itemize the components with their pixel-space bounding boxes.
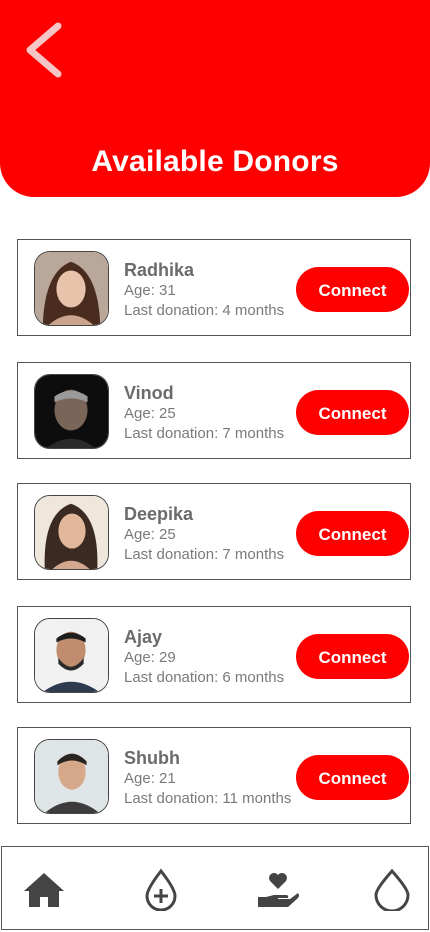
donor-last-donation: Last donation: 7 months <box>124 546 285 563</box>
donor-name: Shubh <box>124 748 180 768</box>
donor-age: Age: 21 <box>124 770 176 787</box>
donor-card: Deepika Age: 25 Last donation: 7 months … <box>17 483 411 580</box>
donor-age: Age: 31 <box>124 282 176 299</box>
home-icon <box>24 873 64 907</box>
connect-button[interactable]: Connect <box>296 267 409 312</box>
back-button[interactable] <box>18 18 74 82</box>
connect-button[interactable]: Connect <box>296 390 409 435</box>
donor-card: Shubh Age: 21 Last donation: 11 months C… <box>17 727 411 824</box>
donor-name: Vinod <box>124 383 174 403</box>
donor-name: Deepika <box>124 504 194 524</box>
nav-home[interactable] <box>22 867 66 911</box>
avatar <box>34 618 109 693</box>
donor-age: Age: 25 <box>124 526 176 543</box>
donor-card: Radhika Age: 31 Last donation: 4 months … <box>17 239 411 336</box>
donor-card: Ajay Age: 29 Last donation: 6 months Con… <box>17 606 411 703</box>
donor-name: Ajay <box>124 627 163 647</box>
heart-hand-icon <box>258 873 299 907</box>
bottom-nav <box>1 846 429 930</box>
donor-age: Age: 25 <box>124 405 176 422</box>
avatar <box>34 495 109 570</box>
donor-last-donation: Last donation: 11 months <box>124 790 292 807</box>
blood-drop-icon <box>374 868 410 911</box>
nav-donate[interactable] <box>139 867 183 911</box>
nav-blood[interactable] <box>370 867 414 911</box>
donor-card: Vinod Age: 25 Last donation: 7 months Co… <box>17 362 411 459</box>
avatar <box>34 739 109 814</box>
donor-last-donation: Last donation: 4 months <box>124 302 285 319</box>
nav-care[interactable] <box>256 867 300 911</box>
avatar <box>34 251 109 326</box>
blood-drop-plus-icon <box>145 868 177 911</box>
connect-button[interactable]: Connect <box>296 634 409 679</box>
avatar <box>34 374 109 449</box>
donor-name: Radhika <box>124 260 195 280</box>
chevron-left-icon <box>26 22 62 78</box>
connect-button[interactable]: Connect <box>296 511 409 556</box>
donor-last-donation: Last donation: 7 months <box>124 425 285 442</box>
donor-age: Age: 29 <box>124 649 176 666</box>
connect-button[interactable]: Connect <box>296 755 409 800</box>
donor-last-donation: Last donation: 6 months <box>124 669 285 686</box>
page-title: Available Donors <box>91 145 339 178</box>
header-banner: Available Donors <box>0 0 430 197</box>
